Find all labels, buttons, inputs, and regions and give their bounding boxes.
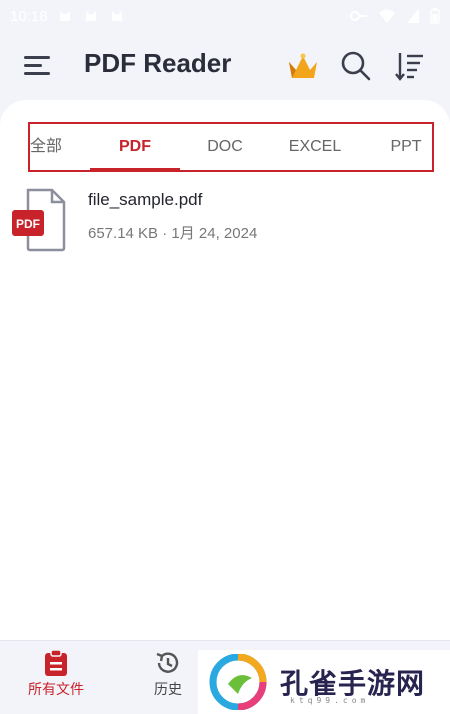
crown-premium-icon[interactable] xyxy=(286,50,320,82)
app-title: PDF Reader xyxy=(84,48,232,78)
notification-cat-icon xyxy=(59,11,70,21)
pdf-file-icon: PDF xyxy=(12,188,66,252)
tab-pdf[interactable]: PDF xyxy=(90,124,180,170)
watermark: 孔雀手游网 ktq99.com xyxy=(198,650,450,714)
file-meta: 657.14 KB · 1月 24, 2024 xyxy=(88,225,258,242)
signal-icon xyxy=(407,9,419,23)
wifi-icon xyxy=(379,9,395,23)
watermark-subtext: ktq99.com xyxy=(290,696,370,705)
peacock-logo-icon xyxy=(209,654,267,710)
status-time: 10:18 xyxy=(10,7,48,25)
file-name: file_sample.pdf xyxy=(88,190,203,209)
tab-all[interactable]: 全部 xyxy=(26,124,66,170)
nav-all-files-label: 所有文件 xyxy=(28,682,84,698)
menu-icon[interactable] xyxy=(22,52,54,80)
app-bar: PDF Reader xyxy=(0,34,450,98)
pdf-file-icon-label: PDF xyxy=(16,217,40,231)
nav-history[interactable]: 历史 xyxy=(128,649,208,711)
active-tab-indicator xyxy=(90,168,180,171)
tab-bar: 全部 PDF DOC EXCEL PPT xyxy=(28,122,434,172)
vpn-key-icon xyxy=(350,11,367,21)
file-list-icon xyxy=(45,649,67,676)
tab-excel[interactable]: EXCEL xyxy=(280,124,350,170)
battery-icon xyxy=(430,8,440,24)
sort-icon[interactable] xyxy=(394,50,426,82)
nav-all-files[interactable]: 所有文件 xyxy=(16,649,96,711)
nav-history-label: 历史 xyxy=(154,682,182,698)
tab-doc[interactable]: DOC xyxy=(190,124,260,170)
main-content: 全部 PDF DOC EXCEL PPT PDF file_sample.pdf… xyxy=(0,100,450,640)
file-list-item[interactable]: PDF file_sample.pdf 657.14 KB · 1月 24, 2… xyxy=(0,180,450,262)
notification-cat-icon xyxy=(85,11,96,21)
search-icon[interactable] xyxy=(340,50,372,82)
tab-ppt[interactable]: PPT xyxy=(376,124,436,170)
notification-cat-icon xyxy=(111,11,122,21)
history-icon xyxy=(156,652,179,673)
status-bar: 10:18 xyxy=(0,0,450,32)
